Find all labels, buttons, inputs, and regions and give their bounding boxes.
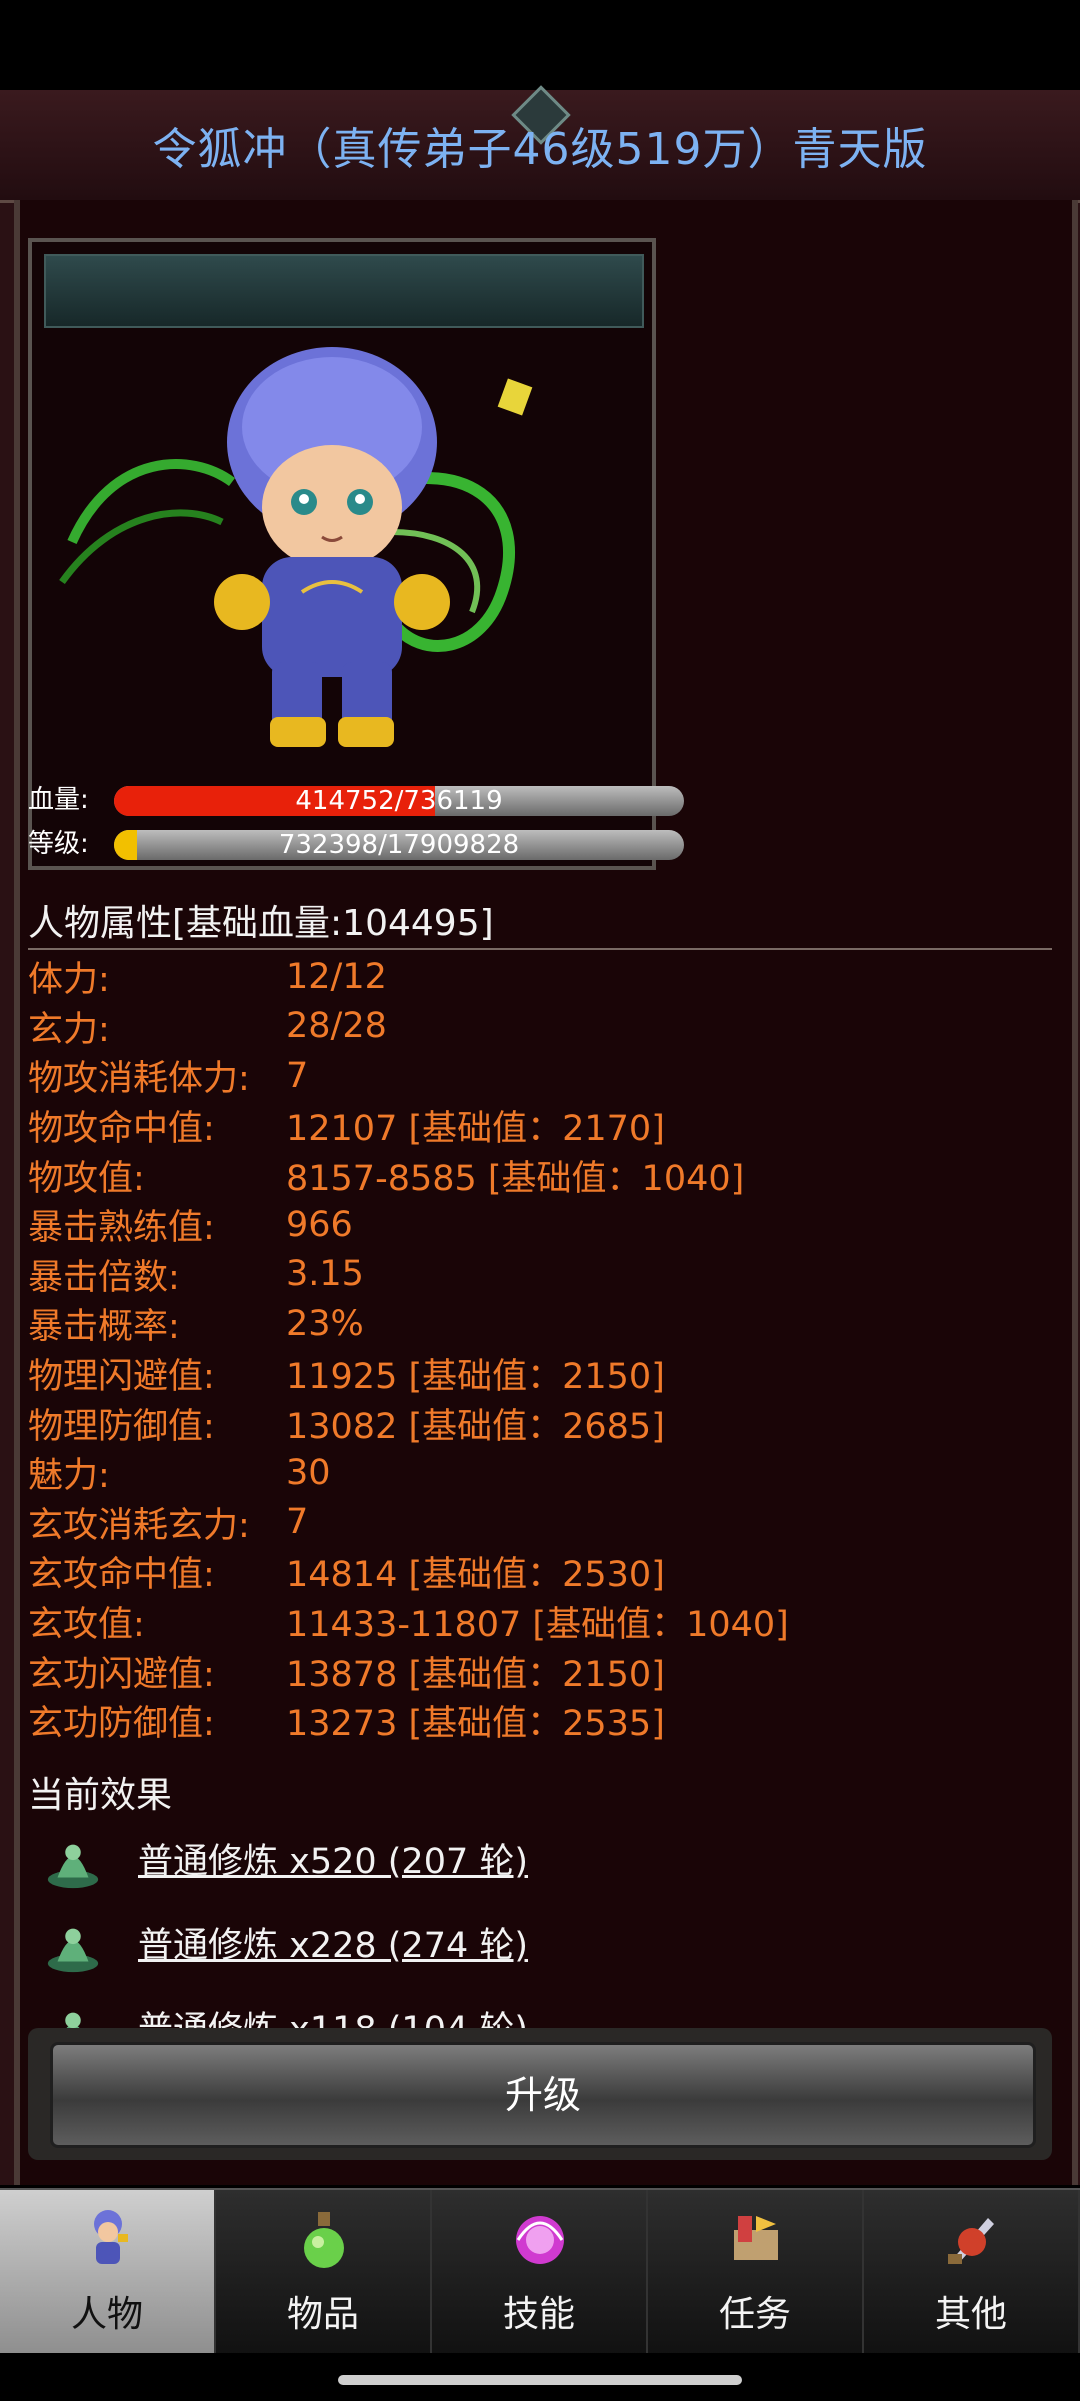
level-value: 732398/17909828 (278, 830, 520, 860)
effects-list[interactable]: 普通修炼 x520 (207 轮) 普通修炼 x228 (274 轮) 普通修炼 x… (28, 1828, 1052, 2033)
attribute-value: 28/28 (286, 1006, 387, 1047)
level-label: 等级: (28, 829, 89, 859)
tab-label: 人物 (70, 2294, 143, 2335)
hp-bar: 414752/736119 (114, 786, 684, 816)
attributes-divider (28, 948, 1052, 950)
tab-items[interactable]: 物品 (216, 2190, 432, 2355)
tab-label: 物品 (286, 2294, 359, 2335)
attribute-value: 3.15 (286, 1254, 364, 1295)
skill-orb-icon (516, 2216, 564, 2264)
tab-label: 任务 (718, 2294, 791, 2335)
hp-label: 血量: (28, 785, 89, 815)
attribute-value: 12/12 (286, 956, 387, 997)
attribute-row: 体力: 12/12 (28, 952, 1052, 1002)
attribute-row: 玄功防御值: 13273 [基础值：2535] (28, 1696, 1052, 1746)
system-nav-area (0, 2353, 1080, 2401)
tab-label: 其他 (934, 2294, 1007, 2335)
character-portrait (28, 238, 656, 870)
attribute-value: 7 (286, 1055, 309, 1096)
tab-character[interactable]: 人物 (0, 2190, 216, 2355)
effect-label[interactable]: 普通修炼 x228 (274 轮) (138, 1922, 528, 1970)
effect-item[interactable]: 普通修炼 x520 (207 轮) (28, 1828, 1028, 1898)
hp-row: 血量: 414752/736119 (28, 782, 684, 818)
attribute-key: 暴击熟练值: (28, 1208, 215, 1249)
attribute-key: 玄攻值: (28, 1605, 145, 1646)
attribute-row: 玄攻命中值: 14814 [基础值：2530] (28, 1547, 1052, 1597)
hp-value: 414752/736119 (295, 786, 503, 816)
attribute-row: 物理防御值: 13082 [基础值：2685] (28, 1398, 1052, 1448)
attribute-value: 11433-11807 [基础值：1040] (286, 1605, 789, 1646)
attribute-row: 暴击概率: 23% (28, 1299, 1052, 1349)
attribute-value: 14814 [基础值：2530] (286, 1555, 665, 1596)
home-indicator[interactable] (338, 2375, 742, 2385)
meditation-icon (47, 1844, 99, 1889)
header: 令狐冲（真传弟子46级519万）青天版 (0, 85, 1080, 203)
attribute-key: 玄功防御值: (28, 1704, 215, 1745)
attribute-key: 物理闪避值: (28, 1357, 215, 1398)
character-avatar-icon (59, 347, 533, 747)
attribute-row: 玄攻值: 11433-11807 [基础值：1040] (28, 1597, 1052, 1647)
attribute-key: 体力: (28, 960, 110, 1001)
attribute-row: 魅力: 30 (28, 1448, 1052, 1498)
quest-icon (734, 2216, 778, 2260)
tab-quests[interactable]: 任务 (648, 2190, 864, 2355)
attribute-key: 魅力: (28, 1456, 110, 1497)
attribute-value: 966 (286, 1204, 353, 1245)
attribute-value: 23% (286, 1303, 364, 1344)
attribute-value: 30 (286, 1452, 331, 1493)
attribute-row: 物攻值: 8157-8585 [基础值：1040] (28, 1150, 1052, 1200)
sword-icon (948, 2218, 994, 2264)
attribute-row: 玄攻消耗玄力: 7 (28, 1498, 1052, 1548)
tab-label: 技能 (502, 2294, 575, 2335)
potion-icon (304, 2212, 344, 2268)
attribute-value: 13082 [基础值：2685] (286, 1406, 665, 1447)
bottom-tab-bar: 人物 物品 技能 任务 其他 (0, 2188, 1080, 2355)
attribute-value: 12107 [基础值：2170] (286, 1109, 665, 1150)
portrait-banner (44, 254, 644, 328)
effects-title: 当前效果 (28, 1775, 173, 1816)
attribute-row: 暴击倍数: 3.15 (28, 1250, 1052, 1300)
attribute-key: 暴击概率: (28, 1307, 180, 1348)
attribute-value: 7 (286, 1502, 309, 1543)
attribute-list: 体力: 12/12 玄力: 28/28 物攻消耗体力: 7 物攻命中值: 12107 [基础值… (28, 952, 1052, 1746)
attributes-title: 人物属性[基础血量:104495] (28, 903, 494, 944)
effect-item[interactable]: 普通修炼 x228 (274 轮) (28, 1912, 1028, 1982)
tab-skills[interactable]: 技能 (432, 2190, 648, 2355)
level-row: 等级: 732398/17909828 (28, 826, 684, 862)
attribute-row: 物攻命中值: 12107 [基础值：2170] (28, 1101, 1052, 1151)
attribute-value: 11925 [基础值：2150] (286, 1357, 665, 1398)
attribute-key: 物攻命中值: (28, 1109, 215, 1150)
attribute-row: 玄力: 28/28 (28, 1002, 1052, 1052)
attribute-key: 物攻值: (28, 1158, 145, 1199)
effect-label[interactable]: 普通修炼 x520 (207 轮) (138, 1838, 528, 1886)
attribute-value: 13273 [基础值：2535] (286, 1704, 665, 1745)
attribute-key: 物攻消耗体力: (28, 1059, 250, 1100)
character-icon (94, 2210, 128, 2264)
page-title: 令狐冲（真传弟子46级519万）青天版 (152, 124, 928, 175)
attribute-value: 13878 [基础值：2150] (286, 1654, 665, 1695)
tab-other[interactable]: 其他 (864, 2190, 1080, 2355)
attribute-key: 玄功闪避值: (28, 1654, 215, 1695)
attribute-row: 玄功闪避值: 13878 [基础值：2150] (28, 1646, 1052, 1696)
upgrade-button[interactable]: 升级 (50, 2042, 1036, 2148)
attribute-key: 玄力: (28, 1009, 110, 1050)
upgrade-button-frame: 升级 (28, 2028, 1052, 2160)
status-bar (0, 0, 1080, 90)
meditation-icon (47, 1928, 99, 1973)
attribute-row: 暴击熟练值: 966 (28, 1200, 1052, 1250)
attribute-key: 玄攻消耗玄力: (28, 1505, 250, 1546)
attribute-key: 物理防御值: (28, 1406, 215, 1447)
attribute-key: 暴击倍数: (28, 1257, 180, 1298)
attribute-key: 玄攻命中值: (28, 1555, 215, 1596)
attribute-row: 物理闪避值: 11925 [基础值：2150] (28, 1349, 1052, 1399)
attribute-row: 物攻消耗体力: 7 (28, 1051, 1052, 1101)
attribute-value: 8157-8585 [基础值：1040] (286, 1158, 745, 1199)
level-bar: 732398/17909828 (114, 830, 684, 860)
